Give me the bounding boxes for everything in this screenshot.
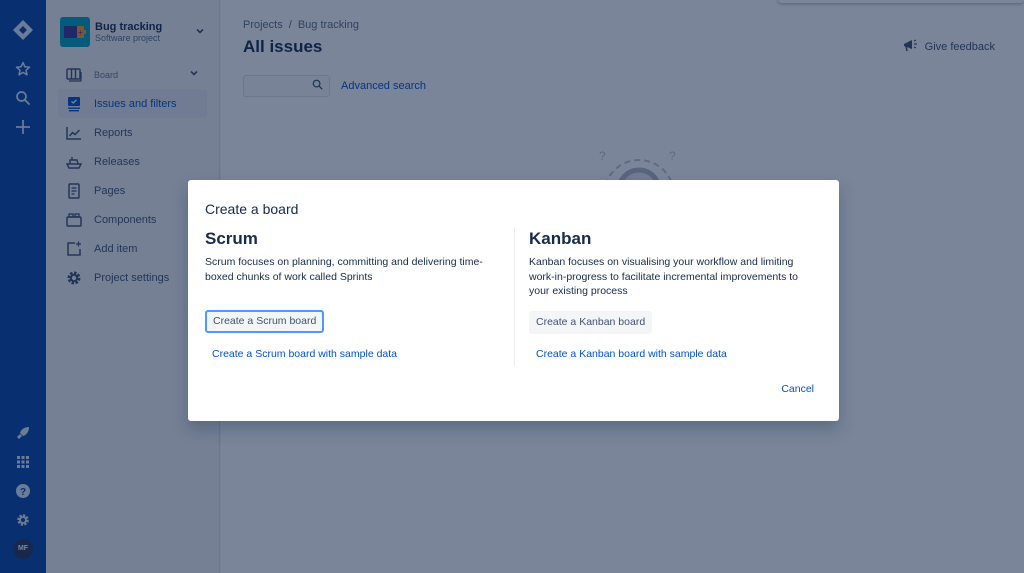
create-scrum-sample-link[interactable]: Create a Scrum board with sample data — [212, 348, 397, 360]
kanban-section: Kanban Kanban focuses on visualising you… — [514, 228, 814, 366]
create-kanban-sample-link[interactable]: Create a Kanban board with sample data — [536, 348, 727, 360]
kanban-description: Kanban focuses on visualising your workf… — [529, 256, 799, 297]
kanban-heading: Kanban — [529, 229, 592, 248]
scrum-section: Scrum Scrum focuses on planning, committ… — [205, 228, 495, 360]
scrum-heading: Scrum — [205, 229, 258, 248]
dialog-title: Create a board — [205, 201, 299, 217]
scrum-description: Scrum focuses on planning, committing an… — [205, 256, 483, 283]
create-scrum-board-button[interactable]: Create a Scrum board — [205, 310, 325, 333]
cancel-button[interactable]: Cancel — [781, 383, 814, 395]
create-board-dialog: Create a board Scrum Scrum focuses on pl… — [188, 180, 839, 421]
create-kanban-board-button[interactable]: Create a Kanban board — [529, 311, 653, 334]
